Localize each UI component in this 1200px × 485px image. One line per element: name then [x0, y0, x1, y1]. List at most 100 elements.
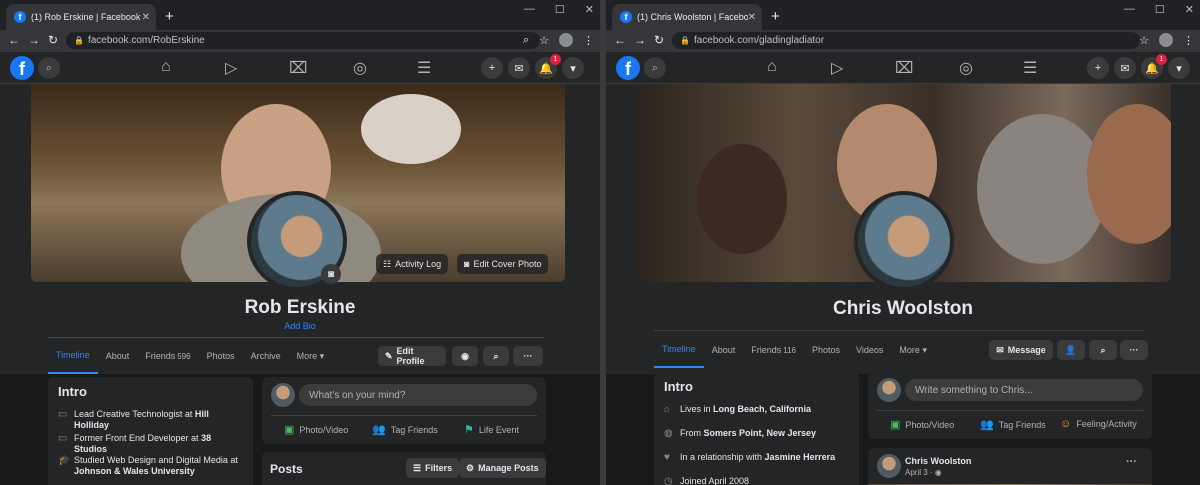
profile-avatar-icon[interactable] [1159, 33, 1173, 47]
tab-about[interactable]: About [98, 338, 138, 374]
close-tab-icon[interactable]: ✕ [142, 12, 150, 23]
menu-icon[interactable]: ☰ [417, 58, 431, 78]
tab-timeline[interactable]: Timeline [48, 338, 98, 374]
tab-more[interactable]: More ▾ [289, 338, 333, 374]
search-icon[interactable]: ⌕ [38, 57, 60, 79]
post-author[interactable]: Chris Woolston [905, 456, 971, 466]
tag-friends-button[interactable]: 👥 Tag Friends [980, 418, 1046, 431]
facebook-logo-icon[interactable]: f [616, 56, 640, 80]
search-profile-button[interactable]: ⌕ [483, 346, 509, 366]
more-options-button[interactable]: ··· [513, 346, 543, 366]
back-icon[interactable]: ← [614, 33, 626, 47]
messenger-icon[interactable]: ✉ [508, 57, 530, 79]
avatar-camera-icon[interactable]: ◙ [321, 264, 341, 284]
manage-posts-button[interactable]: ⚙ Manage Posts [459, 458, 546, 478]
composer-card: Write something to Chris... ▣ Photo/Video… [868, 372, 1152, 439]
close-window-icon[interactable]: ✕ [585, 3, 594, 16]
intro-link[interactable]: Johnson & Wales University [74, 466, 195, 476]
post-input[interactable]: Write something to Chris... [905, 379, 1143, 401]
search-profile-button[interactable]: ⌕ [1089, 340, 1117, 360]
profile-header: ☷ Activity Log ◙ Edit Cover Photo ◙ Rob Er… [0, 84, 600, 374]
post-date[interactable]: April 3 · ◉ [905, 468, 942, 477]
author-avatar[interactable] [877, 454, 901, 478]
photo-video-button[interactable]: ▣ Photo/Video [890, 418, 954, 431]
tab-friends[interactable]: Friends 116 [743, 332, 804, 368]
marketplace-icon[interactable]: ⌧ [895, 58, 913, 78]
menu-dots-icon[interactable]: ⋮ [583, 34, 594, 47]
maximize-icon[interactable]: ☐ [1155, 3, 1165, 16]
marketplace-icon[interactable]: ⌧ [289, 58, 307, 78]
search-icon[interactable]: ⌕ [644, 57, 666, 79]
feeling-activity-button[interactable]: ☺ Feeling/Activity [1060, 418, 1137, 430]
menu-dots-icon[interactable]: ⋮ [1183, 34, 1194, 47]
intro-link[interactable]: Jasmine Herrera [765, 452, 836, 462]
user-avatar[interactable] [271, 383, 295, 407]
url-field[interactable]: 🔒 facebook.com/gladingladiator [672, 32, 1140, 49]
view-as-button[interactable]: ◉ [452, 346, 478, 366]
photo-video-button[interactable]: ▣ Photo/Video [284, 423, 348, 436]
maximize-icon[interactable]: ☐ [555, 3, 565, 16]
forward-icon[interactable]: → [28, 33, 40, 47]
notifications-icon[interactable]: 🔔 1 [535, 54, 561, 79]
groups-icon[interactable]: ◎ [959, 58, 973, 78]
minimize-icon[interactable]: — [524, 3, 535, 16]
edit-profile-button[interactable]: ✎ Edit Profile [378, 346, 446, 366]
messenger-icon[interactable]: ✉ [1114, 57, 1136, 79]
account-dropdown-icon[interactable]: ▾ [1168, 57, 1190, 79]
close-window-icon[interactable]: ✕ [1185, 3, 1194, 16]
account-dropdown-icon[interactable]: ▾ [562, 57, 584, 79]
watch-icon[interactable]: ▷ [831, 58, 843, 78]
profile-avatar[interactable] [854, 191, 954, 291]
groups-icon[interactable]: ◎ [353, 58, 367, 78]
intro-link[interactable]: Long Beach, California [713, 404, 811, 414]
message-button[interactable]: ✉ Message [989, 340, 1053, 360]
home-icon[interactable]: ⌂ [767, 58, 777, 76]
zoom-icon[interactable]: ⌕ [523, 34, 529, 47]
create-icon[interactable]: + [481, 57, 503, 79]
url-field[interactable]: 🔒 facebook.com/RobErskine [66, 32, 540, 49]
filters-button[interactable]: ☰ Filters [406, 458, 460, 478]
reload-icon[interactable]: ↻ [48, 33, 58, 47]
browser-tab[interactable]: f (1) Rob Erskine | Facebook ✕ [6, 4, 156, 30]
create-icon[interactable]: + [1087, 57, 1109, 79]
edit-cover-photo-button[interactable]: ◙ Edit Cover Photo [457, 254, 549, 274]
browser-tab[interactable]: f (1) Chris Woolston | Facebook ✕ [612, 4, 762, 30]
intro-link[interactable]: Somers Point, New Jersey [704, 428, 817, 438]
watch-icon[interactable]: ▷ [225, 58, 237, 78]
tab-archive[interactable]: Archive [243, 338, 289, 374]
close-tab-icon[interactable]: ✕ [748, 12, 756, 23]
tab-photos[interactable]: Photos [804, 332, 848, 368]
user-avatar[interactable] [877, 378, 901, 402]
tab-timeline[interactable]: Timeline [654, 332, 704, 368]
profile-avatar-icon[interactable] [559, 33, 573, 47]
status-input[interactable]: What's on your mind? [299, 384, 537, 406]
new-tab-icon[interactable]: + [771, 8, 780, 25]
bookmark-star-icon[interactable]: ☆ [539, 34, 549, 47]
tab-videos[interactable]: Videos [848, 332, 891, 368]
post-card: Chris Woolston April 3 · ◉ ··· [868, 448, 1152, 485]
tab-photos[interactable]: Photos [199, 338, 243, 374]
edit-cover-label: Edit Cover Photo [473, 259, 542, 269]
minimize-icon[interactable]: — [1124, 3, 1135, 16]
post-options-icon[interactable]: ··· [1126, 456, 1137, 468]
activity-log-button[interactable]: ☷ Activity Log [376, 254, 449, 274]
flag-icon: ⚑ [464, 424, 474, 436]
forward-icon[interactable]: → [634, 33, 646, 47]
tab-about[interactable]: About [704, 332, 744, 368]
tag-friends-button[interactable]: 👥 Tag Friends [372, 423, 438, 436]
reload-icon[interactable]: ↻ [654, 33, 664, 47]
back-icon[interactable]: ← [8, 33, 20, 47]
home-icon[interactable]: ⌂ [161, 58, 171, 76]
friend-status-button[interactable]: 👤 [1057, 340, 1085, 360]
bookmark-star-icon[interactable]: ☆ [1139, 34, 1149, 47]
menu-icon[interactable]: ☰ [1023, 58, 1037, 78]
tab-friends[interactable]: Friends 596 [137, 338, 198, 374]
new-tab-icon[interactable]: + [165, 8, 174, 25]
tab-more[interactable]: More ▾ [891, 332, 935, 368]
life-event-button[interactable]: ⚑ Life Event [464, 423, 519, 436]
more-options-button[interactable]: ··· [1120, 340, 1148, 360]
add-bio-link[interactable]: Add Bio [0, 321, 600, 331]
notifications-icon[interactable]: 🔔 1 [1141, 54, 1167, 79]
window-controls: — ☐ ✕ [524, 3, 594, 16]
facebook-logo-icon[interactable]: f [10, 56, 34, 80]
